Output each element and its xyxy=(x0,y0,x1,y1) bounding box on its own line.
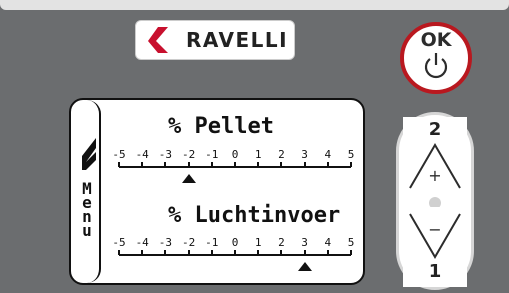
brand-name: RAVELLI xyxy=(186,28,289,52)
scale-label: -5 xyxy=(112,148,126,161)
up-button[interactable]: 2 + xyxy=(403,117,467,197)
scale-label: -4 xyxy=(135,236,149,249)
scale-label: -2 xyxy=(181,236,196,249)
scale-label: 4 xyxy=(324,148,332,161)
control-panel: RAVELLI OK M e n u % Pellet -5 -4 -3 -2 -1 0 1… xyxy=(0,0,509,293)
up-button-number: 2 xyxy=(428,119,442,140)
ok-button-label: OK xyxy=(420,29,452,51)
ravelli-logo-icon xyxy=(148,27,168,53)
svg-text:−: − xyxy=(428,220,441,239)
scale-label: 4 xyxy=(324,236,332,249)
scale-label: 2 xyxy=(278,236,285,249)
pellet-scale: -5 -4 -3 -2 -1 0 1 2 3 4 5 xyxy=(112,148,354,188)
scale-label: 5 xyxy=(347,236,355,249)
scale-label: 1 xyxy=(254,236,262,249)
power-icon xyxy=(424,53,448,79)
panel-top-edge xyxy=(0,0,509,10)
ok-button[interactable]: OK xyxy=(400,22,472,94)
nav-buttons: 2 + − 1 xyxy=(396,112,474,290)
scale-label: 0 xyxy=(231,236,239,249)
scale-label: -3 xyxy=(158,148,173,161)
down-chevron-icon: − xyxy=(409,213,461,259)
luchtinvoer-title: % Luchtinvoer xyxy=(168,203,341,228)
value-marker xyxy=(181,174,196,183)
scale-label: 2 xyxy=(278,148,285,161)
menu-letter: u xyxy=(82,221,92,240)
scale-label: -1 xyxy=(205,148,219,161)
scale-label: -3 xyxy=(158,236,173,249)
lcd-screen: M e n u % Pellet -5 -4 -3 -2 -1 0 1 2 3 4 5 % Luch… xyxy=(69,98,365,285)
scale-label: 3 xyxy=(301,148,308,161)
scale-line xyxy=(119,254,351,256)
scale-label: -5 xyxy=(112,236,126,249)
scale-label: -4 xyxy=(135,148,149,161)
brand-logo: RAVELLI xyxy=(135,20,295,60)
down-button[interactable]: − 1 xyxy=(403,207,467,287)
scale-line xyxy=(119,166,351,168)
scale-label: -1 xyxy=(205,236,219,249)
luchtinvoer-scale: -5 -4 -3 -2 -1 0 1 2 3 4 5 xyxy=(112,236,354,276)
down-button-number: 1 xyxy=(428,261,442,282)
up-chevron-icon: + xyxy=(409,143,461,189)
value-marker xyxy=(297,262,312,271)
scale-label: 0 xyxy=(231,148,239,161)
scale-label: 5 xyxy=(347,148,355,161)
menu-label: M e n u xyxy=(79,181,95,240)
flame-icon xyxy=(82,138,96,170)
scale-label: 1 xyxy=(254,148,262,161)
svg-text:+: + xyxy=(428,166,441,185)
scale-label: -2 xyxy=(181,148,196,161)
scale-label: 3 xyxy=(301,236,308,249)
pellet-title: % Pellet xyxy=(168,114,274,139)
